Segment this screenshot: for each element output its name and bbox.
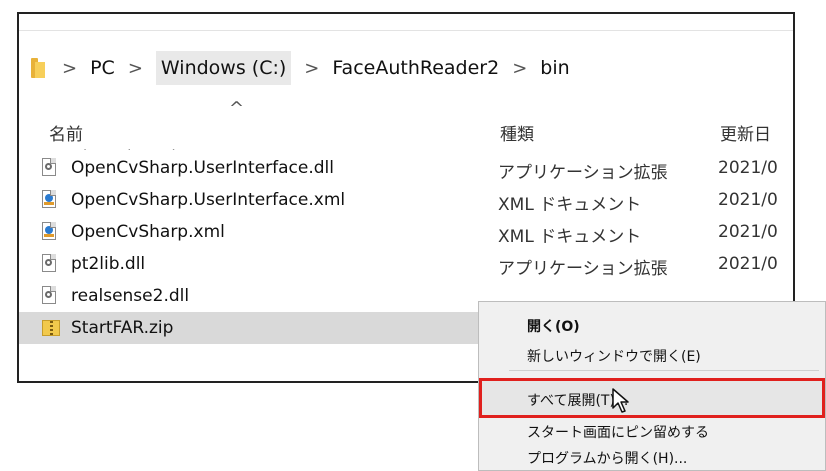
mouse-pointer-icon [612,388,629,413]
file-type: アプリケーション拡張 [498,163,668,183]
breadcrumb-separator-icon[interactable]: > [128,58,143,79]
context-menu: 開く(O) 新しいウィンドウで開く(E) すべて展開(T)... スタート画面に… [478,301,826,471]
partial-row-cut-off: . . . [83,140,194,150]
breadcrumb-separator-icon[interactable]: > [304,58,319,79]
file-type: アプリケーション拡張 [498,259,668,279]
file-row[interactable]: OpenCvSharp.xml XML ドキュメント 2021/0 [19,216,793,248]
file-date: 2021/0 [718,190,778,210]
menu-item-extract-all[interactable]: すべて展開(T)... [479,385,825,411]
menu-item-open-with[interactable]: プログラムから開く(H)... [479,443,825,469]
file-name: StartFAR.zip [71,318,174,338]
menu-item-open[interactable]: 開く(O) [479,311,825,337]
breadcrumb-windows-c[interactable]: Windows (C:) [155,51,292,85]
file-row[interactable]: OpenCvSharp.UserInterface.dll アプリケーション拡張… [19,152,793,184]
file-name: pt2lib.dll [71,254,146,274]
file-row[interactable]: pt2lib.dll アプリケーション拡張 2021/0 [19,248,793,280]
toolbar-strip [19,14,793,31]
file-date: 2021/0 [718,222,778,242]
breadcrumb-pc[interactable]: PC [90,57,115,79]
breadcrumb-faceauthreader2[interactable]: FaceAuthReader2 [332,57,499,79]
folder-icon [31,56,49,80]
file-type: XML ドキュメント [498,195,642,215]
dll-file-icon [42,254,60,274]
file-name: OpenCvSharp.UserInterface.dll [71,158,335,178]
breadcrumb-separator-icon[interactable]: > [512,58,527,79]
menu-item-open-new-window[interactable]: 新しいウィンドウで開く(E) [479,341,825,367]
file-type: XML ドキュメント [498,227,642,247]
file-name: realsense2.dll [71,286,190,306]
menu-separator [509,370,819,371]
dll-file-icon [42,158,60,178]
menu-item-pin-to-start[interactable]: スタート画面にピン留めする [479,417,825,443]
breadcrumb-separator-icon[interactable]: > [62,58,77,79]
file-name: OpenCvSharp.UserInterface.xml [71,190,346,210]
xml-file-icon [42,190,60,210]
file-name: OpenCvSharp.xml [71,222,225,242]
zip-folder-icon [42,318,60,338]
xml-file-icon [42,222,60,242]
file-date: 2021/0 [718,254,778,274]
file-date: 2021/0 [718,158,778,178]
sort-ascending-icon: ^ [229,98,245,119]
address-bar[interactable]: > PC > Windows (C:) > FaceAuthReader2 > … [19,42,793,94]
breadcrumb-bin[interactable]: bin [540,57,569,79]
file-row[interactable]: OpenCvSharp.UserInterface.xml XML ドキュメント… [19,184,793,216]
dll-file-icon [42,286,60,306]
